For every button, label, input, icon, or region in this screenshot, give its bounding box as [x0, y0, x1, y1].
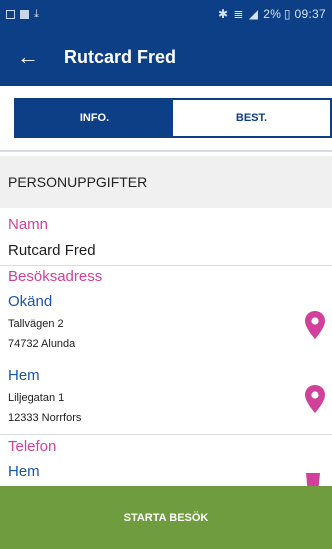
bluetooth-icon: ✱ — [218, 7, 229, 21]
app-bar: ← Rutcard Fred — [0, 28, 332, 86]
status-bar: ⤓ ✱ ≣ ◢ 2% ▯ 09:37 — [0, 0, 332, 28]
name-value: Rutcard Fred — [8, 242, 96, 259]
phone-label: Telefon — [8, 438, 57, 455]
map-pin-icon[interactable] — [304, 310, 326, 340]
back-arrow-icon[interactable]: ← — [0, 46, 56, 68]
status-time-battery: 2% ▯ 09:37 — [263, 7, 326, 21]
visit-address-label: Besöksadress — [8, 268, 103, 285]
status-system: ✱ ≣ ◢ 2% ▯ 09:37 — [218, 7, 326, 21]
page-title: Rutcard Fred — [64, 46, 177, 67]
section-header: PERSONUPPGIFTER — [0, 156, 332, 208]
tab-switcher: INFO. BEST. — [14, 98, 332, 138]
address-city: 74732 Alunda — [8, 338, 76, 350]
address-type-unknown: Okänd — [8, 293, 53, 310]
phone-type-home: Hem — [8, 463, 40, 480]
name-label: Namn — [8, 216, 49, 233]
start-visit-button[interactable]: STARTA BESÖK — [0, 486, 332, 549]
signal-icon: ◢ — [248, 7, 259, 21]
notification-icon — [6, 9, 15, 19]
address-street: Liljegatan 1 — [8, 392, 65, 404]
phone-icon[interactable] — [304, 472, 326, 486]
vibrate-icon: ≣ — [233, 7, 244, 21]
tab-best[interactable]: BEST. — [173, 100, 330, 136]
divider — [0, 265, 332, 266]
map-pin-icon[interactable] — [304, 384, 326, 414]
address-street: Tallvägen 2 — [8, 318, 64, 330]
address-type-home: Hem — [8, 367, 40, 384]
address-city: 12333 Norrfors — [8, 412, 82, 424]
status-notifications: ⤓ — [6, 8, 39, 21]
download-icon: ⤓ — [34, 7, 39, 20]
tab-strip: INFO. BEST. — [0, 86, 332, 152]
divider — [0, 434, 332, 435]
app-notification-icon — [20, 9, 29, 19]
person-details: Namn Rutcard Fred Besöksadress Okänd Tal… — [0, 208, 332, 486]
tab-info[interactable]: INFO. — [16, 100, 173, 136]
